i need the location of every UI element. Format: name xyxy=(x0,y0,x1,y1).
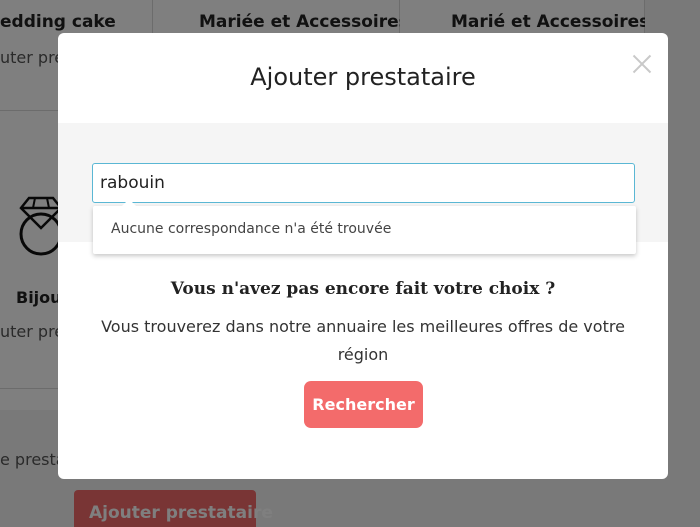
suggestion-arrow xyxy=(121,199,137,207)
modal-title: Ajouter prestataire xyxy=(250,63,476,91)
search-button[interactable]: Rechercher xyxy=(304,381,423,428)
close-icon[interactable] xyxy=(626,49,656,79)
search-band: Aucune correspondance n'a été trouvée xyxy=(58,123,668,254)
vendor-search-input[interactable] xyxy=(92,163,635,203)
choice-heading: Vous n'avez pas encore fait votre choix … xyxy=(170,279,556,299)
search-suggestions: Aucune correspondance n'a été trouvée xyxy=(93,199,636,254)
no-match-message: Aucune correspondance n'a été trouvée xyxy=(111,221,392,237)
add-vendor-modal: Ajouter prestataire Aucune correspondanc… xyxy=(58,33,668,479)
choice-description: Vous trouverez dans notre annuaire les m… xyxy=(101,317,625,364)
